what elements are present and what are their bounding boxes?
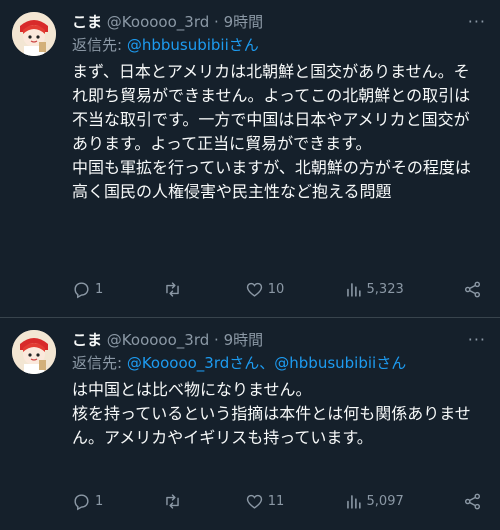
tweet-header: こま @Kooooo_3rd · 9時間 [72,12,484,32]
heart-icon [246,282,262,297]
more-options-icon[interactable]: ··· [468,12,486,31]
user-handle[interactable]: @Kooooo_3rd [107,331,209,349]
views-button[interactable]: 5,097 [344,492,404,511]
views-button[interactable]: 5,323 [344,280,404,299]
reply-count: 1 [95,282,104,297]
reply-context: 返信先: @hbbusubibiiさん [72,34,484,56]
like-count: 10 [267,282,285,297]
like-count: 11 [267,494,285,509]
reply-prefix: 返信先: [72,354,127,372]
reply-to-link[interactable]: @hbbusubibiiさん [127,36,259,54]
avatar-illustration [12,330,56,374]
tweet[interactable]: ··· こま @Kooooo_3rd · 9時間 返信先: @hbbusubib… [0,0,500,318]
avatar[interactable] [12,330,56,374]
timestamp[interactable]: 9時間 [224,13,264,31]
views-chart-icon [346,283,361,297]
more-options-icon[interactable]: ··· [468,330,486,349]
like-button[interactable]: 11 [245,492,285,511]
heart-icon [246,494,262,509]
tweet-text: は中国とは比べ物になりません。 核を持っているという指摘は本件とは何も関係ありま… [72,380,471,447]
display-name[interactable]: こま [72,331,102,349]
tweet-actions: 1 10 5,323 [72,280,482,299]
tweet-actions: 1 11 5,097 [72,492,482,511]
like-button[interactable]: 10 [245,280,285,299]
retweet-icon [165,494,179,509]
share-button[interactable] [463,280,482,299]
retweet-button[interactable] [163,492,186,511]
display-name[interactable]: こま [72,13,102,31]
avatar-illustration [12,12,56,56]
views-chart-icon [346,495,361,509]
separator-dot: · [214,13,219,31]
tweet-text: まず、日本とアメリカは北朝鮮と国交がありません。それ即ち貿易ができません。よって… [72,62,471,201]
reply-icon [74,282,89,299]
view-count: 5,323 [366,282,404,297]
view-count: 5,097 [366,494,404,509]
separator-dot: · [214,331,219,349]
reply-icon [74,494,89,511]
share-button[interactable] [463,492,482,511]
tweet-header: こま @Kooooo_3rd · 9時間 [72,330,484,350]
reply-count: 1 [95,494,104,509]
reply-button[interactable]: 1 [72,280,103,299]
timestamp[interactable]: 9時間 [224,331,264,349]
retweet-icon [165,282,179,297]
tweet[interactable]: ··· こま @Kooooo_3rd · 9時間 返信先: @Kooooo_3r… [0,318,500,530]
share-icon [464,493,481,510]
user-handle[interactable]: @Kooooo_3rd [107,13,209,31]
reply-context: 返信先: @Kooooo_3rdさん、@hbbusubibiiさん [72,352,484,374]
retweet-button[interactable] [163,280,186,299]
reply-to-link[interactable]: @Kooooo_3rdさん、@hbbusubibiiさん [127,354,406,372]
share-icon [464,281,481,298]
avatar[interactable] [12,12,56,56]
reply-button[interactable]: 1 [72,492,103,511]
reply-prefix: 返信先: [72,36,127,54]
